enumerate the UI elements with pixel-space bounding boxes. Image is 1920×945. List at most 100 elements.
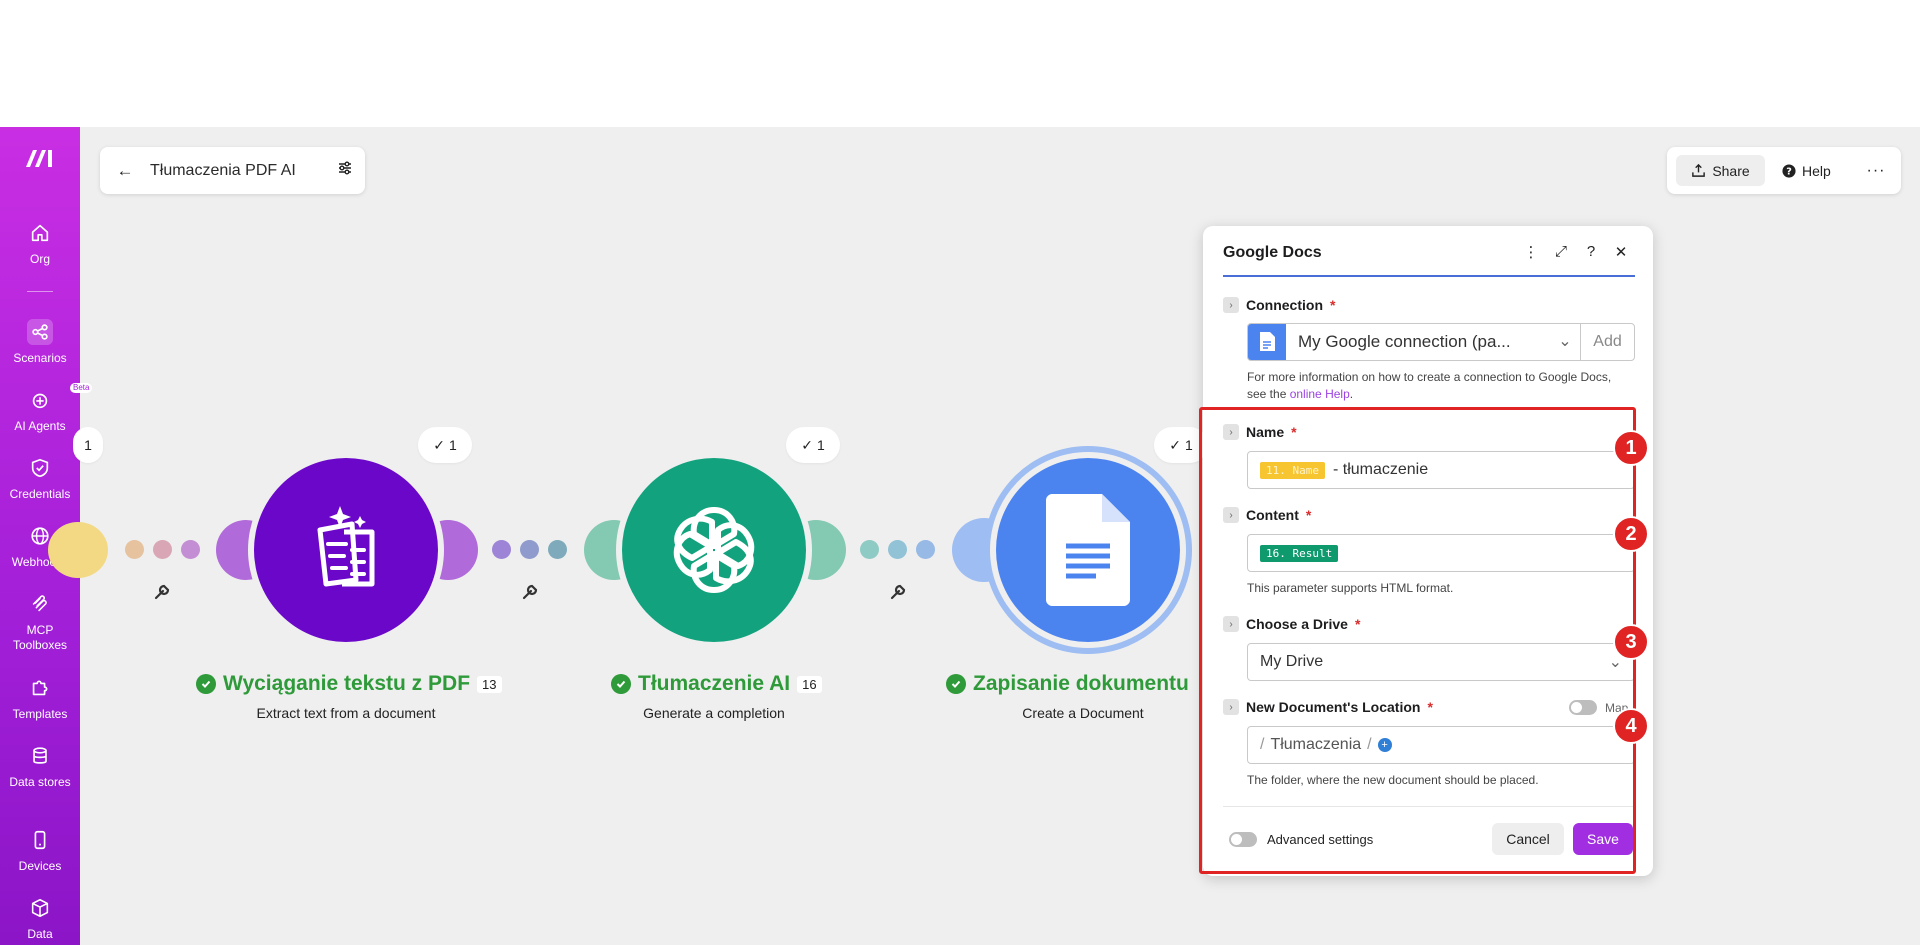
- ops-count: 1: [448, 437, 457, 453]
- ops-count: 1: [816, 437, 825, 453]
- module-title[interactable]: Wyciąganie tekstu z PDF 13: [196, 672, 502, 696]
- module-title[interactable]: Zapisanie dokumentu: [946, 672, 1189, 696]
- success-check-icon: [196, 674, 216, 694]
- module-title[interactable]: Tłumaczenie AI 16: [611, 672, 822, 696]
- annotation-number: 4: [1613, 708, 1649, 744]
- advanced-settings-toggle[interactable]: Advanced settings: [1229, 832, 1373, 847]
- wrench-icon[interactable]: [520, 582, 540, 602]
- module-title-text: Zapisanie dokumentu: [973, 672, 1189, 695]
- help-question-icon[interactable]: ?: [1583, 243, 1599, 261]
- sidebar-item-credentials[interactable]: Credentials: [0, 455, 80, 502]
- add-folder-icon[interactable]: +: [1377, 738, 1392, 752]
- ops-badge[interactable]: ✓ 1: [1154, 427, 1208, 463]
- module-openai[interactable]: [622, 458, 806, 642]
- more-options-icon[interactable]: ···: [1862, 155, 1890, 186]
- cancel-button[interactable]: Cancel: [1492, 823, 1564, 855]
- shield-check-icon: [27, 455, 53, 481]
- location-label: › New Document's Location *: [1223, 699, 1433, 715]
- help-icon: ?: [1782, 163, 1796, 178]
- sidebar-item-ai-agents[interactable]: Beta AI Agents: [0, 383, 93, 434]
- name-text: - tłumaczenie: [1332, 461, 1429, 478]
- name-input[interactable]: 11. Name - tłumaczenie: [1247, 451, 1635, 489]
- sidebar-item-devices[interactable]: Devices: [0, 827, 80, 874]
- sidebar-item-templates[interactable]: Templates: [0, 675, 80, 722]
- connector-dot: [181, 540, 200, 559]
- annotation-number: 1: [1613, 430, 1649, 466]
- mapped-variable-pill[interactable]: 11. Name: [1260, 461, 1325, 479]
- chevron-right-icon[interactable]: ›: [1223, 297, 1239, 313]
- chevron-right-icon[interactable]: ›: [1223, 616, 1239, 632]
- module-subtitle: Generate a completion: [643, 705, 785, 721]
- connector-dot: [492, 540, 511, 559]
- sidebar-item-org[interactable]: Org: [0, 220, 80, 267]
- sidebar-item-data-structures[interactable]: Data structures: [0, 895, 80, 945]
- sidebar-item-mcp-toolboxes[interactable]: MCP Toolboxes: [0, 591, 80, 653]
- mapped-variable-pill[interactable]: 16. Result: [1260, 544, 1339, 562]
- annotation-number: 2: [1613, 516, 1649, 552]
- save-button[interactable]: Save: [1573, 823, 1633, 855]
- previous-module-partial[interactable]: [48, 522, 108, 578]
- drive-value: My Drive: [1260, 653, 1324, 670]
- connector-dot: [153, 540, 172, 559]
- connection-select[interactable]: My Google connection (pa... ⌄ Add: [1247, 323, 1635, 361]
- share-nodes-icon: [27, 319, 53, 345]
- connector-dot: [888, 540, 907, 559]
- map-toggle-switch[interactable]: [1569, 700, 1597, 715]
- drive-select[interactable]: My Drive ⌄: [1247, 643, 1635, 681]
- folder-name[interactable]: Tłumaczenia: [1270, 736, 1361, 754]
- share-icon: [1692, 163, 1706, 177]
- home-icon: [27, 220, 53, 246]
- ops-count: 1: [84, 437, 92, 453]
- chevron-right-icon[interactable]: ›: [1223, 699, 1239, 715]
- cube-icon: [27, 895, 53, 921]
- location-hint: The folder, where the new document shoul…: [1247, 773, 1539, 787]
- expand-icon[interactable]: ⤢: [1553, 243, 1569, 261]
- module-google-docs[interactable]: [996, 458, 1180, 642]
- path-separator: /: [1260, 736, 1265, 753]
- sidebar-item-label: Org: [29, 252, 50, 266]
- close-icon[interactable]: ✕: [1613, 243, 1629, 261]
- module-title-text: Wyciąganie tekstu z PDF: [223, 672, 471, 695]
- success-check-icon: [611, 674, 631, 694]
- check-double-icon: ✓: [1169, 436, 1181, 453]
- ops-badge[interactable]: ✓ 1: [786, 427, 840, 463]
- content-label: › Content *: [1223, 507, 1311, 523]
- ops-count: 1: [1184, 437, 1193, 453]
- chevron-down-icon[interactable]: ⌄: [1550, 324, 1580, 360]
- advanced-settings-label: Advanced settings: [1267, 832, 1374, 847]
- share-button[interactable]: Share: [1676, 155, 1765, 186]
- ai-agent-icon: Beta: [27, 383, 93, 413]
- chevron-right-icon[interactable]: ›: [1223, 507, 1239, 523]
- svg-text:?: ?: [1786, 166, 1792, 177]
- location-path-input[interactable]: / Tłumaczenia / +: [1247, 726, 1635, 764]
- add-connection-button[interactable]: Add: [1580, 324, 1634, 360]
- sliders-icon[interactable]: [325, 160, 365, 181]
- beta-badge: Beta: [70, 383, 93, 393]
- sidebar-item-scenarios[interactable]: Scenarios: [0, 319, 80, 366]
- module-subtitle: Create a Document: [1022, 705, 1144, 721]
- module-pdf-extract[interactable]: [254, 458, 438, 642]
- openai-icon: [673, 507, 755, 593]
- online-help-link[interactable]: online Help: [1290, 387, 1350, 401]
- connection-label: › Connection *: [1223, 297, 1335, 313]
- help-label: Help: [1802, 162, 1831, 179]
- content-input[interactable]: 16. Result: [1247, 534, 1635, 572]
- advanced-toggle-switch[interactable]: [1229, 832, 1257, 847]
- chevron-right-icon[interactable]: ›: [1223, 424, 1239, 440]
- make-logo-icon[interactable]: [24, 147, 56, 169]
- ops-badge[interactable]: ✓ 1: [418, 427, 472, 463]
- google-docs-panel: Google Docs ⋮ ⤢ ? ✕ › Connection * My Goo…: [1203, 226, 1653, 876]
- check-double-icon: ✓: [433, 436, 445, 453]
- wrench-icon[interactable]: [888, 582, 908, 602]
- back-arrow-icon[interactable]: ←: [100, 161, 150, 181]
- scenario-title[interactable]: Tłumaczenia PDF AI: [150, 162, 325, 180]
- kebab-menu-icon[interactable]: ⋮: [1523, 243, 1539, 261]
- connector-dot: [916, 540, 935, 559]
- ops-badge[interactable]: 1: [73, 427, 103, 463]
- wrench-icon[interactable]: [152, 582, 172, 602]
- panel-header: Google Docs ⋮ ⤢ ? ✕: [1223, 243, 1635, 277]
- share-label: Share: [1712, 162, 1750, 179]
- sidebar-item-data-stores[interactable]: Data stores: [0, 743, 80, 790]
- google-docs-icon: [1046, 494, 1130, 606]
- help-button[interactable]: ? Help: [1782, 155, 1831, 186]
